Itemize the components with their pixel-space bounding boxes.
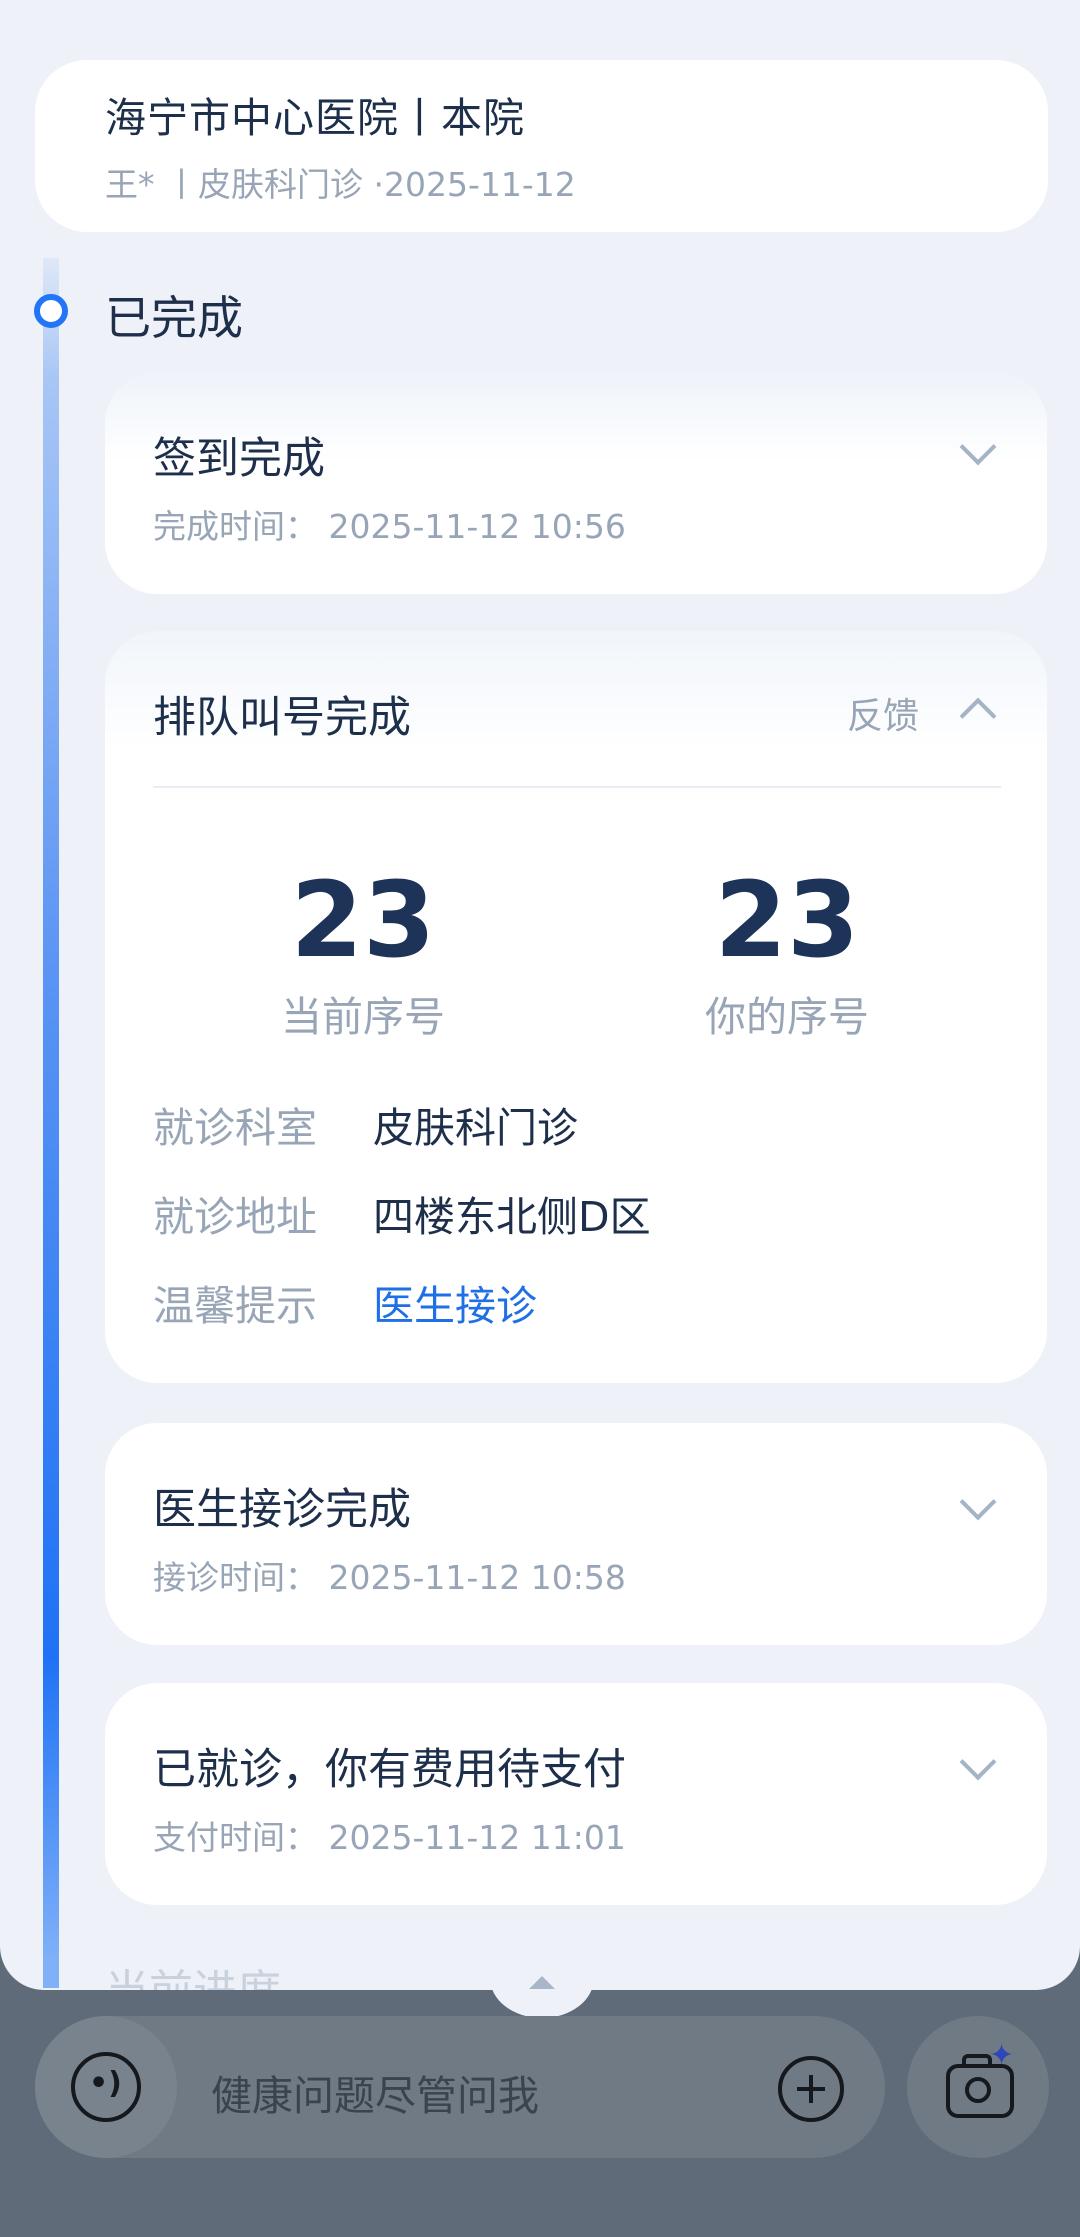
step-time: 完成时间： 2025-11-12 10:56: [153, 507, 626, 546]
tip-value[interactable]: 医生接诊: [373, 1272, 537, 1332]
chevron-up-icon[interactable]: [959, 697, 997, 735]
sparkle-icon: ✦: [989, 2038, 1015, 2073]
step-title: 医生接诊完成: [153, 1485, 411, 1535]
divider: [153, 786, 1001, 788]
department-value: 皮肤科门诊: [373, 1104, 578, 1152]
camera-button[interactable]: ✦: [907, 2016, 1049, 2158]
address-value: 四楼东北侧D区: [373, 1193, 651, 1241]
address-label: 就诊地址: [153, 1193, 317, 1241]
assistant-input-placeholder[interactable]: 健康问题尽管问我: [211, 2062, 539, 2122]
hospital-card[interactable]: 海宁市中心医院丨本院 王* 丨皮肤科门诊 ·2025-11-12: [35, 60, 1048, 232]
assistant-input-bar[interactable]: •) 健康问题尽管问我: [35, 2016, 885, 2158]
step-title: 排队叫号完成: [153, 693, 411, 743]
camera-icon: [965, 2077, 991, 2103]
timeline-dot-icon: [34, 294, 68, 328]
step-card-payment[interactable]: 已就诊，你有费用待支付 支付时间： 2025-11-12 11:01: [105, 1683, 1047, 1905]
section-title-current: 当前进度: [105, 1955, 281, 1990]
voice-button[interactable]: •): [35, 2016, 177, 2158]
step-time: 支付时间： 2025-11-12 11:01: [153, 1818, 626, 1857]
progress-sheet: 海宁市中心医院丨本院 王* 丨皮肤科门诊 ·2025-11-12 已完成 签到完…: [0, 0, 1080, 1990]
your-number-label: 你的序号: [705, 993, 869, 1041]
department-label: 就诊科室: [153, 1104, 317, 1152]
visit-subline: 王* 丨皮肤科门诊 ·2025-11-12: [105, 165, 576, 204]
sound-wave-icon: •): [89, 2066, 122, 2101]
caret-up-icon[interactable]: [529, 1976, 555, 1989]
chevron-down-icon[interactable]: [959, 1483, 997, 1521]
tip-label: 温馨提示: [153, 1282, 317, 1330]
current-number-label: 当前序号: [281, 993, 445, 1041]
step-card-checkin[interactable]: 签到完成 完成时间： 2025-11-12 10:56: [105, 372, 1047, 594]
step-title: 已就诊，你有费用待支付: [153, 1745, 626, 1795]
plus-icon[interactable]: [778, 2056, 844, 2122]
section-title-completed: 已完成: [105, 291, 243, 345]
step-card-doctor[interactable]: 医生接诊完成 接诊时间： 2025-11-12 10:58: [105, 1423, 1047, 1645]
plus-icon-bar: [809, 2075, 813, 2103]
feedback-link[interactable]: 反馈: [847, 687, 919, 739]
step-title: 签到完成: [153, 434, 325, 484]
your-number: 23: [714, 859, 860, 981]
step-card-queue[interactable]: 排队叫号完成 反馈 23 当前序号 23 你的序号 就诊科室 皮肤科门诊 就诊地…: [105, 631, 1047, 1383]
hospital-name: 海宁市中心医院丨本院: [105, 94, 525, 142]
chevron-down-icon[interactable]: [959, 1743, 997, 1781]
chevron-down-icon[interactable]: [959, 428, 997, 466]
current-number: 23: [290, 859, 436, 981]
timeline-line: [43, 258, 59, 1988]
step-time: 接诊时间： 2025-11-12 10:58: [153, 1558, 626, 1597]
